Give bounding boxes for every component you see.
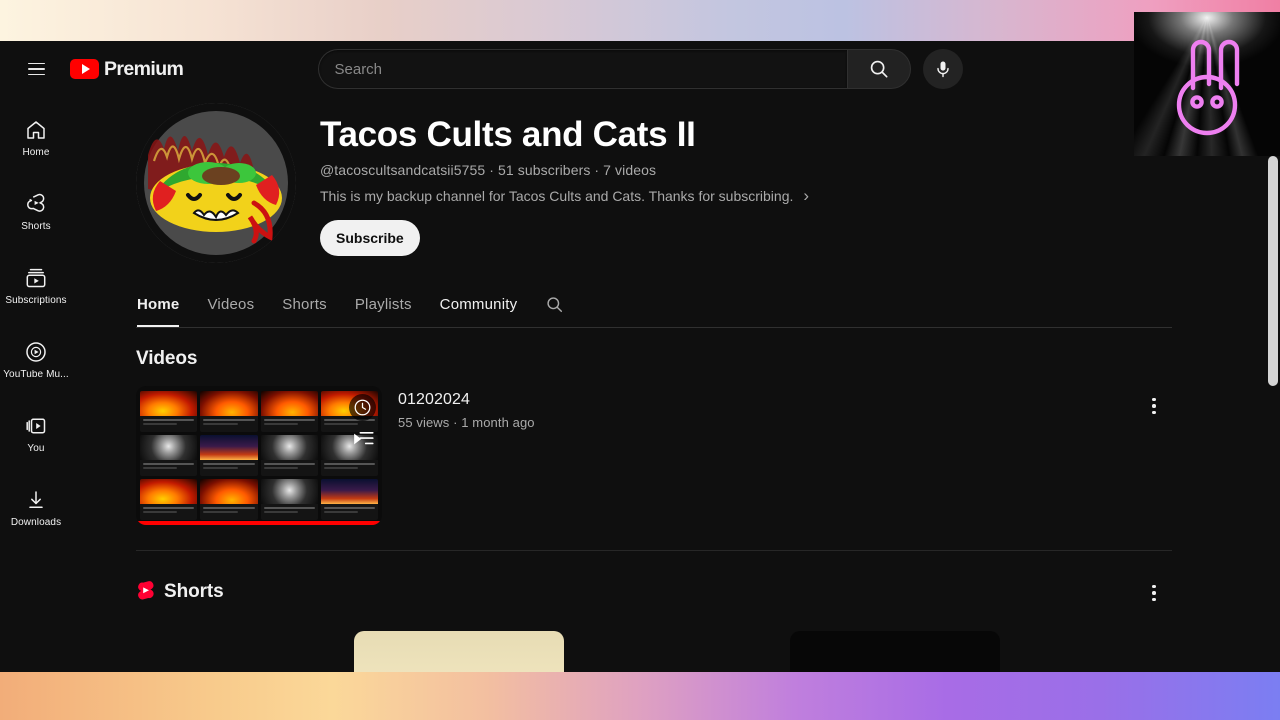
masthead: Premium (0, 41, 1280, 97)
sidebar-label: You (27, 444, 45, 454)
search-icon (547, 297, 563, 313)
thumbnail-content (136, 386, 382, 525)
sidebar-item-subscriptions[interactable]: Subscriptions (0, 249, 72, 323)
sidebar: Home Shorts Subscriptions YouTube Mu... … (0, 97, 72, 672)
video-list-item: 01202024 55 views · 1 month ago (136, 386, 1172, 525)
shorts-item-1[interactable]: Home Live Community (354, 631, 564, 672)
thumb-cell (140, 391, 198, 432)
tab-playlists[interactable]: Playlists (355, 286, 412, 326)
channel-inner: Tacos Cults and Cats II @tacoscultsandca… (72, 97, 1208, 672)
shorts-logo-icon (136, 581, 154, 603)
sidebar-item-shorts[interactable]: Shorts (0, 175, 72, 249)
page-scrollbar[interactable] (1268, 131, 1278, 672)
channel-description: This is my backup channel for Tacos Cult… (320, 187, 794, 204)
masthead-left: Premium (0, 49, 230, 89)
video-metadata: 55 views · 1 month ago (398, 415, 535, 430)
shorts-menu-button[interactable] (1136, 575, 1172, 611)
youtube-app: Premium Search Home Shorts Subscriptions… (0, 41, 1280, 672)
logo-word: Premium (104, 57, 184, 80)
search-input[interactable] (334, 60, 841, 78)
youtube-premium-logo[interactable]: Premium (70, 57, 184, 81)
add-to-queue-icon (354, 431, 374, 445)
shorts-item-2[interactable]: Home Live Community (790, 631, 1000, 672)
tab-videos[interactable]: Videos (207, 286, 254, 326)
thumb-cell (260, 435, 318, 476)
channel-avatar[interactable] (136, 103, 296, 263)
thumb-cell (200, 391, 258, 432)
shorts-icon (27, 193, 45, 212)
kebab-menu-icon (1152, 397, 1156, 415)
watch-later-button[interactable] (349, 394, 376, 421)
video-thumbnail[interactable] (136, 386, 382, 525)
videos-shelf-title: Videos (136, 348, 198, 369)
subscribe-button[interactable]: Subscribe (320, 220, 420, 257)
sidebar-label: Home (22, 148, 50, 158)
sidebar-label: Downloads (10, 518, 62, 528)
bottom-gradient-band (0, 672, 1280, 720)
thumb-cell (200, 479, 258, 520)
microphone-icon (936, 61, 949, 78)
add-to-queue-button[interactable] (348, 428, 378, 450)
search-input-wrapper[interactable] (317, 49, 847, 89)
clock-icon (354, 399, 371, 416)
search-button[interactable] (846, 49, 911, 89)
search-bar (317, 49, 911, 89)
masthead-center (230, 49, 1050, 89)
shorts-brand: Shorts (136, 581, 224, 603)
channel-header: Tacos Cults and Cats II @tacoscultsandca… (136, 97, 1172, 263)
sidebar-label: Subscriptions (5, 296, 67, 306)
hamburger-icon[interactable] (16, 49, 56, 89)
sidebar-label: Shorts (21, 222, 51, 232)
thumb-cell (260, 479, 318, 520)
channel-title: Tacos Cults and Cats II (320, 115, 696, 154)
sidebar-item-home[interactable]: Home (0, 101, 72, 175)
top-gradient-band (0, 0, 1280, 41)
tab-shorts[interactable]: Shorts (282, 286, 327, 326)
channel-subline: @tacoscultsandcatsii5755 · 51 subscriber… (320, 162, 657, 179)
thumb-cell (260, 391, 318, 432)
tab-home[interactable]: Home (137, 286, 180, 327)
youtube-music-icon (26, 342, 46, 362)
thumb-cell (140, 479, 198, 520)
sidebar-item-downloads[interactable]: Downloads (0, 471, 72, 545)
scrollbar-thumb[interactable] (1268, 156, 1278, 386)
chevron-right-icon: › (803, 186, 810, 206)
you-library-icon (26, 418, 46, 434)
shorts-row: Home Live Community Home Live Community (136, 631, 1172, 672)
neon-bunny-icon (1134, 12, 1280, 156)
watch-progress-bar (136, 521, 382, 525)
tab-community[interactable]: Community (440, 286, 518, 326)
sidebar-item-you[interactable]: You (0, 397, 72, 471)
subscriptions-icon (26, 268, 46, 288)
webcam-overlay (1134, 12, 1280, 156)
search-icon (870, 60, 888, 78)
home-icon (27, 121, 45, 139)
section-divider (136, 550, 1172, 551)
thumb-cell (140, 435, 198, 476)
voice-search-button[interactable] (922, 49, 963, 89)
channel-page: Tacos Cults and Cats II @tacoscultsandca… (72, 97, 1280, 672)
channel-tabs: Home Videos Shorts Playlists Community (136, 285, 1172, 328)
screen: Premium Search Home Shorts Subscriptions… (0, 0, 1280, 720)
youtube-play-icon (70, 59, 99, 79)
channel-meta: Tacos Cults and Cats II @tacoscultsandca… (320, 103, 1172, 263)
thumb-cell (200, 435, 258, 476)
video-menu-button[interactable] (1136, 388, 1172, 424)
avatar-taco-illustration (136, 103, 296, 263)
video-title[interactable]: 01202024 (398, 391, 1120, 409)
channel-search-button[interactable] (545, 285, 564, 327)
kebab-menu-icon (1152, 584, 1156, 602)
video-info: 01202024 55 views · 1 month ago (398, 386, 1120, 430)
download-icon (29, 491, 43, 509)
sidebar-label: YouTube Mu... (3, 370, 69, 380)
thumb-cell (320, 479, 378, 520)
shorts-shelf-header: Shorts (136, 573, 1172, 611)
shorts-shelf-title: Shorts (164, 581, 224, 602)
channel-description-row[interactable]: This is my backup channel for Tacos Cult… (320, 187, 1172, 204)
sidebar-item-youtube-music[interactable]: YouTube Mu... (0, 323, 72, 397)
